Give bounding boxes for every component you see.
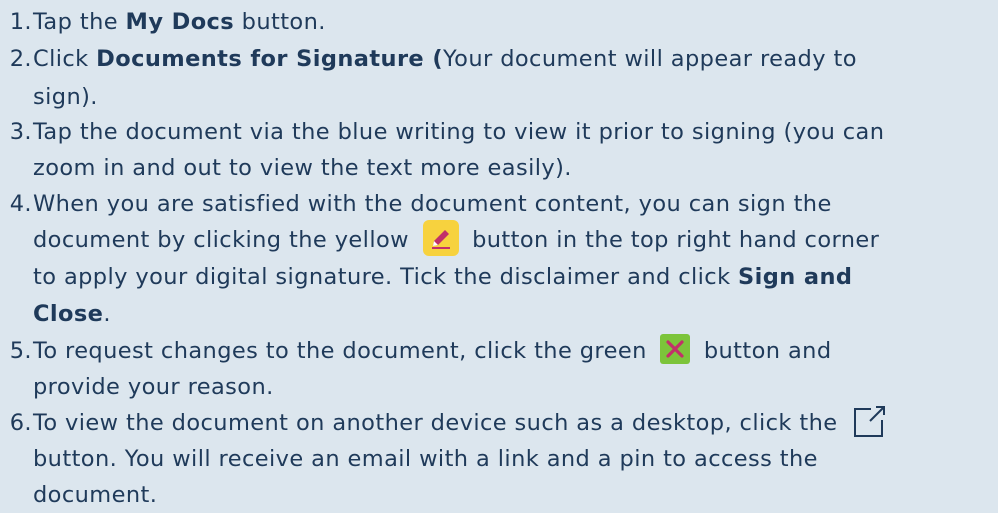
text-segment: Tap the [33,9,126,35]
step-number: 1. [9,9,32,35]
pencil-icon [422,219,459,256]
step-text-line: sign). [33,79,98,115]
step-text-line: document. [33,477,157,513]
bold-label: My Docs [125,9,235,35]
text-segment: sign). [33,84,98,110]
step-text-line: To view the document on another device s… [33,405,887,441]
bold-label: Documents for Signature ( [96,46,444,72]
step-text-line: document by clicking the yellow button i… [33,219,880,258]
step-number: 6. [9,410,32,436]
step-text-line: button. You will receive an email with a… [33,441,818,477]
text-segment: Your document will appear ready to [443,46,857,72]
step-number: 4. [9,191,32,217]
text-segment: to apply your digital signature. Tick th… [33,264,739,290]
step-number: 5. [9,338,32,364]
bold-label: Sign and [738,264,853,290]
text-segment: document by clicking the yellow [33,227,417,253]
step-text-line: To request changes to the document, clic… [33,333,832,369]
text-segment: . [103,301,111,327]
bold-label: Close [33,301,104,327]
step-text-line: When you are satisfied with the document… [33,186,832,222]
text-segment: To request changes to the document, clic… [33,338,655,364]
step-number: 3. [9,119,32,145]
text-segment: When you are satisfied with the document… [33,191,832,217]
step-text-line: Close. [33,296,111,332]
text-segment: Tap the document via the blue writing to… [33,119,885,145]
x-icon [660,333,691,364]
step-text-line: Click Documents for Signature (Your docu… [33,41,857,77]
step-text-line: Tap the document via the blue writing to… [33,114,884,150]
text-segment: document. [33,482,158,508]
step-text-line: to apply your digital signature. Tick th… [33,259,852,295]
text-segment: button. [234,9,326,35]
step-text-line: provide your reason. [33,369,274,405]
text-segment: button. You will receive an email with a… [33,446,818,472]
text-segment: button and [696,338,832,364]
text-segment: button in the top right hand corner [464,227,880,253]
external-link-icon [851,403,887,439]
step-text-line: zoom in and out to view the text more ea… [33,150,572,186]
text-segment: zoom in and out to view the text more ea… [33,155,572,181]
step-text-line: Tap the My Docs button. [33,4,326,40]
text-segment: provide your reason. [33,374,274,400]
instructions-page: 1. Tap the My Docs button. 2. Click Documen… [0,0,998,508]
text-segment: To view the document on another device s… [33,410,846,436]
step-number: 2. [9,46,32,72]
text-segment: Click [33,46,97,72]
